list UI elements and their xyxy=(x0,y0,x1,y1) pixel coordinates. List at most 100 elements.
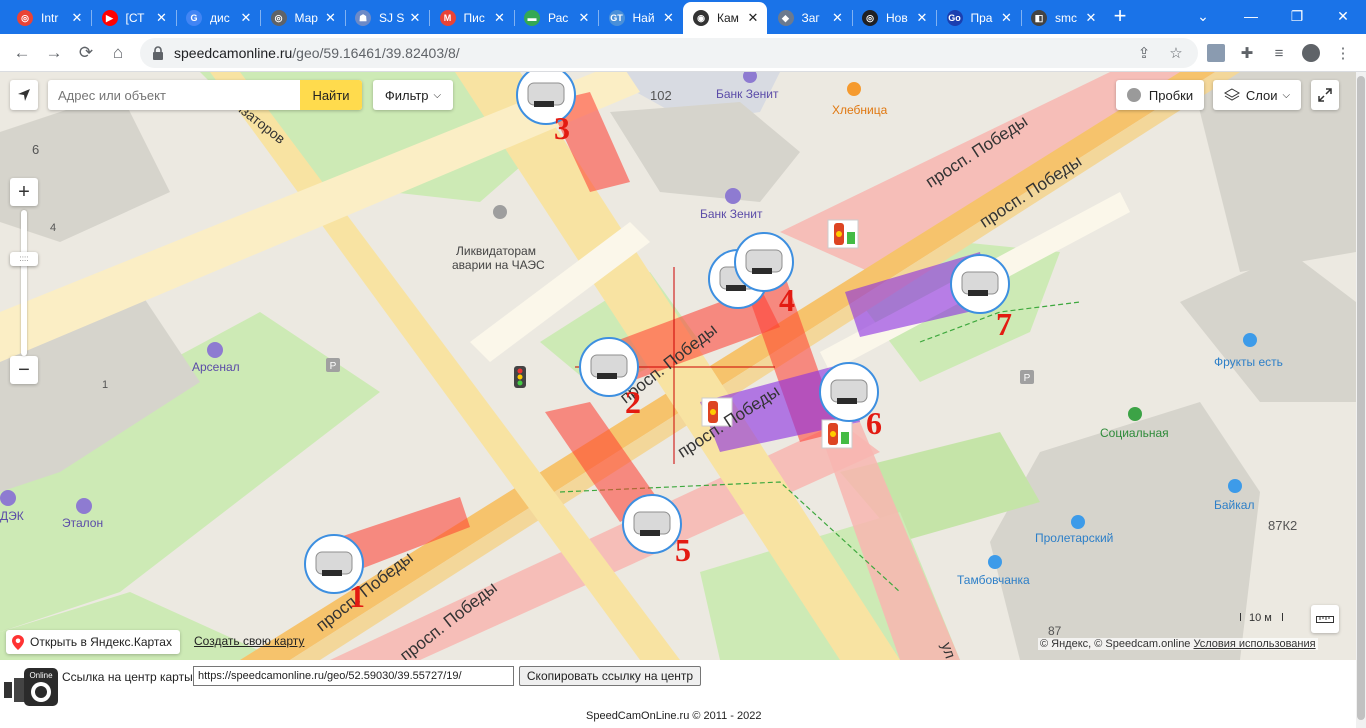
url-host: speedcamonline.ru xyxy=(174,45,293,61)
layers-icon xyxy=(1223,88,1240,101)
lock-icon[interactable] xyxy=(152,46,164,60)
tab-close-icon[interactable]: ✕ xyxy=(1083,10,1099,26)
building-label-6: 6 xyxy=(32,142,40,157)
speed-camera-icon[interactable] xyxy=(950,254,1010,314)
tab-close-icon[interactable]: ✕ xyxy=(69,10,85,26)
address-bar[interactable]: speedcamonline.ru/geo/59.16461/39.82403/… xyxy=(140,38,1198,68)
browser-tab[interactable]: ◎ Нов ✕ xyxy=(852,2,936,34)
hlebnica-icon xyxy=(847,82,861,96)
home-button[interactable]: ⌂ xyxy=(104,39,132,67)
tab-close-icon[interactable]: ✕ xyxy=(914,10,930,26)
share-icon[interactable]: ⇪ xyxy=(1134,43,1154,63)
tambovchanka-icon xyxy=(988,555,1002,569)
camera-number-5: 5 xyxy=(675,532,691,568)
tab-title: Кам xyxy=(717,11,739,25)
copy-center-link-button[interactable]: Скопировать ссылку на центр xyxy=(519,666,701,686)
socialnaya-icon xyxy=(1128,407,1142,421)
tab-close-icon[interactable]: ✕ xyxy=(830,10,846,26)
tab-close-icon[interactable]: ✕ xyxy=(745,10,761,26)
scrollbar-thumb[interactable] xyxy=(1357,76,1365,720)
browser-tab[interactable]: ☗ SJ S ✕ xyxy=(345,2,429,34)
maximize-button[interactable]: ❐ xyxy=(1274,0,1320,32)
tab-close-icon[interactable]: ✕ xyxy=(492,10,508,26)
traffic-light-icon-4 xyxy=(514,366,526,388)
tab-close-icon[interactable]: ✕ xyxy=(238,10,254,26)
traffic-light-icon-3 xyxy=(821,419,853,449)
etalon-icon xyxy=(76,498,92,514)
tab-favicon-icon: ◎ xyxy=(17,10,33,26)
create-map-link[interactable]: Создать свою карту xyxy=(194,634,304,648)
open-in-yandex-button[interactable]: Открыть в Яндекс.Картах xyxy=(6,630,180,654)
geolocation-button[interactable] xyxy=(10,80,38,110)
tab-close-icon[interactable]: ✕ xyxy=(323,10,339,26)
extension-avatar-icon[interactable] xyxy=(1205,42,1227,64)
new-tab-button[interactable]: + xyxy=(1108,4,1132,28)
browser-tab[interactable]: ◉ Кам ✕ xyxy=(683,2,767,34)
baikal-icon xyxy=(1228,479,1242,493)
tab-close-icon[interactable]: ✕ xyxy=(576,10,592,26)
arsenal-icon xyxy=(207,342,223,358)
tab-favicon-icon: ◧ xyxy=(1031,10,1047,26)
tab-favicon-icon: G xyxy=(186,10,202,26)
reading-list-icon[interactable]: ≡ xyxy=(1268,42,1290,64)
browser-tab[interactable]: ▶ [СТ ✕ xyxy=(92,2,176,34)
close-window-button[interactable]: ✕ xyxy=(1320,0,1366,32)
browser-tab[interactable]: ◎ Мар ✕ xyxy=(261,2,345,34)
tab-close-icon[interactable]: ✕ xyxy=(154,10,170,26)
camera-number-6: 6 xyxy=(866,405,882,441)
browser-menu-icon[interactable]: ⋮ xyxy=(1332,42,1354,64)
tab-close-icon[interactable]: ✕ xyxy=(999,10,1015,26)
poi-label-etalon: Эталон xyxy=(62,516,104,530)
bank-zenit-icon-2 xyxy=(725,188,741,204)
poi-label-socialnaya: Социальная xyxy=(1100,426,1169,440)
tab-search-icon[interactable]: ⌄ xyxy=(1180,0,1226,32)
open-in-yandex-label: Открыть в Яндекс.Картах xyxy=(30,635,172,649)
forward-button[interactable]: → xyxy=(40,39,68,67)
tab-title: Нов xyxy=(886,11,908,25)
zoom-slider-handle[interactable]: :::: xyxy=(10,252,38,266)
address-search-input[interactable] xyxy=(48,80,300,110)
tab-favicon-icon: ☗ xyxy=(355,10,371,26)
browser-tab[interactable]: ▬ Рас ✕ xyxy=(514,2,598,34)
zoom-in-button[interactable]: + xyxy=(10,178,38,206)
browser-tab[interactable]: ◆ Заг ✕ xyxy=(768,2,852,34)
tab-favicon-icon: M xyxy=(439,10,456,26)
browser-tab[interactable]: M Пис ✕ xyxy=(430,2,514,34)
traffic-button[interactable]: Пробки xyxy=(1116,80,1204,110)
building-label-4: 4 xyxy=(50,222,57,234)
speed-camera-icon[interactable] xyxy=(622,494,682,554)
center-link-input[interactable] xyxy=(193,666,514,686)
zoom-slider-track[interactable]: :::: xyxy=(10,210,38,356)
zoom-out-button[interactable]: − xyxy=(10,356,38,384)
fullscreen-button[interactable] xyxy=(1311,80,1339,110)
filter-button[interactable]: Фильтр ⌵ xyxy=(373,80,453,110)
browser-tab[interactable]: GT Най ✕ xyxy=(599,2,683,34)
back-button[interactable]: ← xyxy=(8,39,36,67)
browser-tab[interactable]: Go Пра ✕ xyxy=(937,2,1021,34)
reload-button[interactable]: ⟳ xyxy=(72,39,100,67)
minimize-button[interactable]: — xyxy=(1228,0,1274,32)
tab-favicon-icon: ▶ xyxy=(101,10,118,26)
layers-button[interactable]: Слои ⌵ xyxy=(1213,80,1301,110)
bookmark-star-icon[interactable]: ☆ xyxy=(1166,43,1186,63)
tab-title: Най xyxy=(632,11,655,25)
extensions-puzzle-icon[interactable]: ✚ xyxy=(1236,42,1258,64)
browser-tab[interactable]: ◧ smc ✕ xyxy=(1021,2,1105,34)
terms-of-use-link[interactable]: Условия использования xyxy=(1194,638,1316,650)
tab-title: Intr xyxy=(41,11,59,25)
page-scrollbar[interactable] xyxy=(1356,72,1366,728)
browser-tab[interactable]: Gдис ✕ xyxy=(176,2,260,34)
expand-icon xyxy=(1318,88,1332,102)
search-find-button[interactable]: Найти xyxy=(300,80,362,110)
browser-tab[interactable]: ◎ Intr ✕ xyxy=(7,2,91,34)
tab-close-icon[interactable]: ✕ xyxy=(407,10,423,26)
logo-text: Online xyxy=(29,671,53,680)
profile-icon[interactable] xyxy=(1300,42,1322,64)
address-search-box: Найти xyxy=(48,80,362,110)
tab-close-icon[interactable]: ✕ xyxy=(661,10,677,26)
camera-number-2: 2 xyxy=(625,384,641,420)
map-view[interactable]: P P низаторов 102 Банк Зенит Хлебница Ба… xyxy=(0,72,1356,660)
ruler-button[interactable] xyxy=(1311,605,1339,633)
tab-favicon-icon: ◎ xyxy=(270,10,287,26)
tab-title: Рас xyxy=(548,11,569,25)
